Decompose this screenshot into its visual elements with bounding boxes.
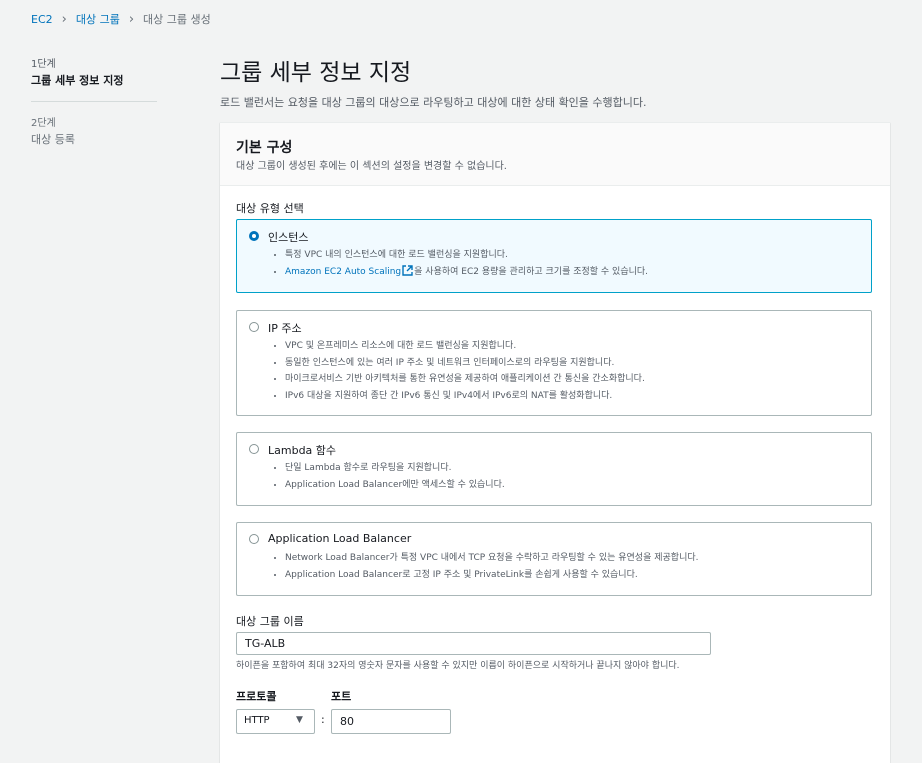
protocol-label: 프로토콜 xyxy=(236,690,277,703)
radio-button-selected[interactable] xyxy=(249,231,259,241)
tile-bullets: Network Load Balancer가 특정 VPC 내에서 TCP 요청… xyxy=(285,550,699,583)
protocol-port-separator: : xyxy=(321,713,325,726)
tile-title: Application Load Balancer xyxy=(268,532,412,545)
tile-title: IP 주소 xyxy=(268,322,302,335)
breadcrumb-ec2-link[interactable]: EC2 xyxy=(31,13,53,26)
step-number: 2단계 xyxy=(31,118,56,129)
bullet: Amazon EC2 Auto Scaling을 사용하여 EC2 용량을 관리… xyxy=(285,264,648,283)
bullet: 단일 Lambda 함수로 라우팅을 지원합니다. xyxy=(285,460,505,477)
port-input[interactable] xyxy=(331,709,451,734)
target-type-alb-tile[interactable]: Application Load Balancer Network Load B… xyxy=(236,522,872,596)
tile-title: Lambda 함수 xyxy=(268,444,337,457)
panel-header: 기본 구성 대상 그룹이 생성된 후에는 이 섹션의 설정을 변경할 수 없습니… xyxy=(220,123,890,186)
target-group-name-input[interactable] xyxy=(236,632,711,655)
tile-title: 인스턴스 xyxy=(268,231,309,244)
bullet: Application Load Balancer에만 액세스할 수 있습니다. xyxy=(285,477,505,494)
bullet: 마이크로서비스 기반 아키텍처를 통한 유연성을 제공하여 애플리케이션 간 통… xyxy=(285,371,645,388)
auto-scaling-link[interactable]: Amazon EC2 Auto Scaling xyxy=(285,267,401,277)
tile-bullets: 단일 Lambda 함수로 라우팅을 지원합니다. Application Lo… xyxy=(285,460,505,493)
caret-down-icon: ▼ xyxy=(296,715,303,725)
external-link-icon[interactable] xyxy=(402,264,413,283)
breadcrumb-target-groups-link[interactable]: 대상 그룹 xyxy=(76,11,120,27)
step-number: 1단계 xyxy=(31,59,56,70)
bullet: 동일한 인스턴스에 있는 여러 IP 주소 및 네트워크 인터페이스로의 라우팅… xyxy=(285,355,645,372)
target-group-name-hint: 하이픈을 포함하여 최대 32자의 영숫자 문자를 사용할 수 있지만 이름이 … xyxy=(236,661,680,671)
bullet: Network Load Balancer가 특정 VPC 내에서 TCP 요청… xyxy=(285,550,699,567)
tile-bullets: VPC 및 온프레미스 리소스에 대한 로드 밸런싱을 지원합니다. 동일한 인… xyxy=(285,338,645,404)
basic-configuration-panel: 기본 구성 대상 그룹이 생성된 후에는 이 섹션의 설정을 변경할 수 없습니… xyxy=(220,122,890,763)
tile-bullets: 특정 VPC 내의 인스턴스에 대한 로드 밸런싱을 지원합니다. Amazon… xyxy=(285,247,648,282)
target-type-ip-tile[interactable]: IP 주소 VPC 및 온프레미스 리소스에 대한 로드 밸런싱을 지원합니다.… xyxy=(236,310,872,416)
radio-button[interactable] xyxy=(249,534,259,544)
panel-subtitle: 대상 그룹이 생성된 후에는 이 섹션의 설정을 변경할 수 없습니다. xyxy=(236,161,507,172)
radio-button[interactable] xyxy=(249,444,259,454)
wizard-step-2[interactable]: 2단계 대상 등록 xyxy=(31,114,157,147)
step-divider xyxy=(31,101,157,102)
target-type-instances-tile[interactable]: 인스턴스 특정 VPC 내의 인스턴스에 대한 로드 밸런싱을 지원합니다. A… xyxy=(236,219,872,293)
wizard-step-1: 1단계 그룹 세부 정보 지정 xyxy=(31,55,157,88)
protocol-select[interactable]: HTTP ▼ xyxy=(236,709,315,734)
port-label: 포트 xyxy=(331,690,352,703)
page-title: 그룹 세부 정보 지정 xyxy=(220,60,412,86)
page-description: 로드 밸런서는 요청을 대상 그룹의 대상으로 라우팅하고 대상에 대한 상태 … xyxy=(220,96,647,109)
bullet: VPC 및 온프레미스 리소스에 대한 로드 밸런싱을 지원합니다. xyxy=(285,338,645,355)
chevron-right-icon: › xyxy=(61,11,67,27)
breadcrumb-current: 대상 그룹 생성 xyxy=(143,13,211,26)
bullet: IPv6 대상을 지원하여 종단 간 IPv6 통신 및 IPv4에서 IPv6… xyxy=(285,388,645,405)
target-type-lambda-tile[interactable]: Lambda 함수 단일 Lambda 함수로 라우팅을 지원합니다. Appl… xyxy=(236,432,872,506)
protocol-value: HTTP xyxy=(244,715,270,726)
step-label: 그룹 세부 정보 지정 xyxy=(31,74,124,87)
target-group-name-label: 대상 그룹 이름 xyxy=(236,615,304,628)
panel-title: 기본 구성 xyxy=(236,140,293,156)
target-type-label: 대상 유형 선택 xyxy=(236,202,304,215)
bullet: 특정 VPC 내의 인스턴스에 대한 로드 밸런싱을 지원합니다. xyxy=(285,247,648,264)
chevron-right-icon: › xyxy=(128,11,135,27)
breadcrumb: EC2 › 대상 그룹 › 대상 그룹 생성 xyxy=(31,11,211,27)
radio-button[interactable] xyxy=(249,322,259,332)
step-label: 대상 등록 xyxy=(31,133,75,146)
bullet: Application Load Balancer로 고정 IP 주소 및 Pr… xyxy=(285,567,699,584)
wizard-steps: 1단계 그룹 세부 정보 지정 2단계 대상 등록 xyxy=(31,55,157,147)
